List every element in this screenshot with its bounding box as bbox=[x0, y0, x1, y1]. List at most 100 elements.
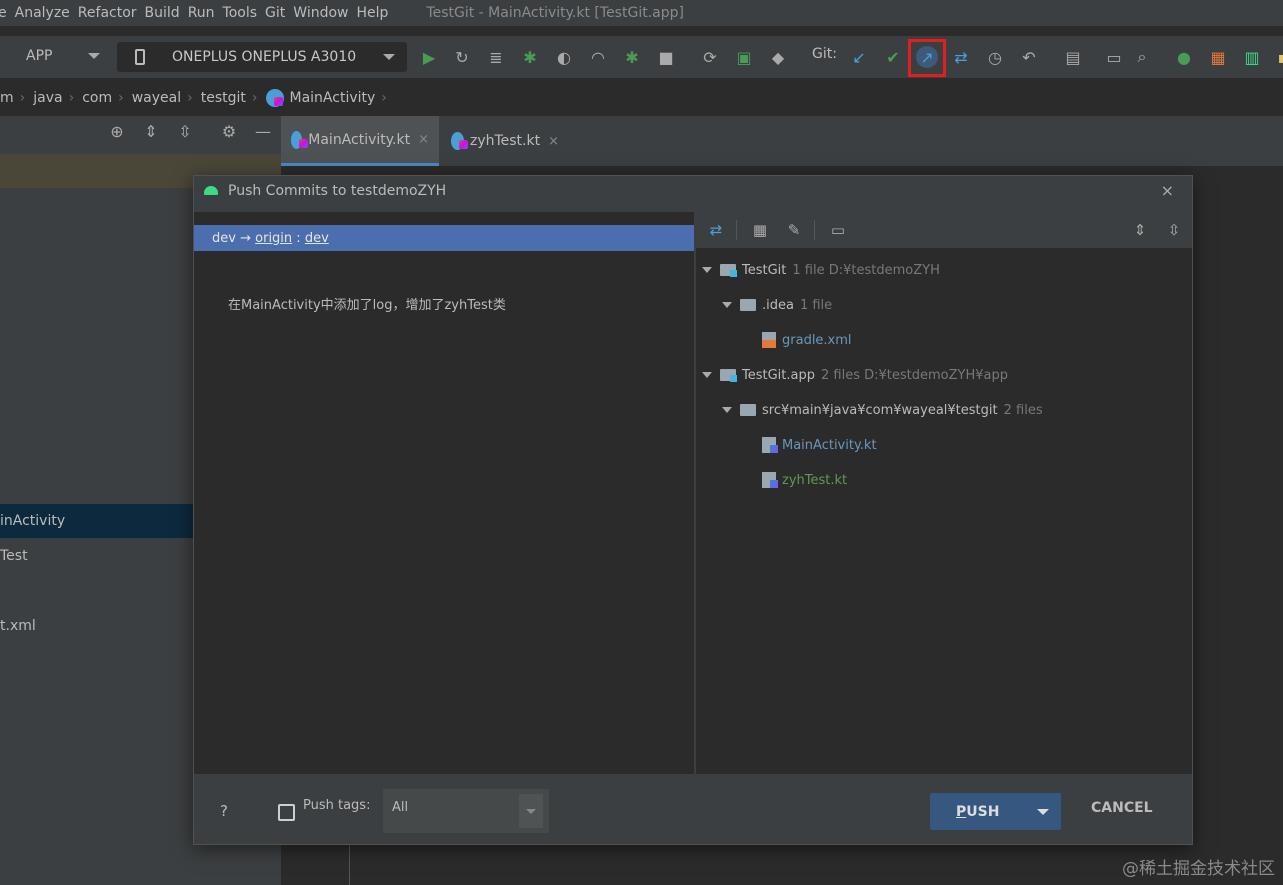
android-icon bbox=[204, 186, 218, 195]
plugin-icon[interactable]: ● bbox=[1173, 46, 1195, 68]
phone-icon bbox=[135, 49, 145, 65]
push-button[interactable]: P USH bbox=[930, 793, 1061, 830]
close-icon[interactable]: × bbox=[1161, 181, 1174, 200]
remote-link[interactable]: origin bbox=[255, 231, 292, 246]
tree-node-idea[interactable]: .idea 1 file bbox=[722, 293, 832, 317]
debug-icon[interactable]: ✱ bbox=[519, 46, 541, 68]
locate-icon[interactable]: ⊕ bbox=[106, 120, 128, 142]
sdk-manager-icon[interactable]: ◆ bbox=[767, 46, 789, 68]
tree-node-testgit[interactable]: TestGit 1 file D:¥testdemoZYH bbox=[702, 258, 940, 282]
sync-gradle-icon[interactable]: ⟳ bbox=[699, 46, 721, 68]
menu-analyze[interactable]: Analyze bbox=[15, 5, 78, 21]
help-button[interactable]: ? bbox=[220, 802, 228, 820]
chevron-down-icon bbox=[383, 54, 395, 60]
project-panel-toolbar: ⊕ ⇕ ⇳ ⚙ — bbox=[0, 116, 281, 148]
watermark: @稀土掘金技术社区 bbox=[1122, 859, 1275, 879]
kotlin-file-icon bbox=[451, 132, 468, 150]
tree-item[interactable]: t.xml bbox=[0, 609, 193, 643]
chevron-down-icon bbox=[722, 407, 732, 413]
module-folder-icon bbox=[720, 264, 737, 277]
push-tags-select[interactable]: All bbox=[382, 788, 550, 834]
git-compare-icon[interactable]: ⇄ bbox=[950, 46, 972, 68]
commits-pane: dev → origin : dev 在MainActivity中添加了log，… bbox=[194, 212, 694, 774]
changed-files-pane: ⇄ ▦ ✎ ▭ ⇕ ⇳ TestGit 1 file D:¥testdemoZY… bbox=[696, 212, 1192, 774]
device-manager-icon[interactable]: ▣ bbox=[733, 46, 755, 68]
device-select[interactable]: ONEPLUS ONEPLUS A3010 bbox=[117, 42, 407, 72]
git-commit-icon[interactable]: ✔ bbox=[882, 46, 904, 68]
resource-manager-icon[interactable]: ▥ bbox=[1241, 46, 1263, 68]
push-highlight-box bbox=[908, 39, 946, 77]
tab-zyhtest[interactable]: zyhTest.kt × bbox=[441, 116, 569, 166]
apply-changes-icon[interactable]: ↻ bbox=[451, 46, 473, 68]
chevron-down-icon bbox=[722, 302, 732, 308]
collapse-all-icon[interactable]: ⇳ bbox=[1164, 220, 1184, 240]
cancel-button[interactable]: CANCEL bbox=[1091, 800, 1153, 816]
terminal-icon[interactable]: ▭ bbox=[1103, 46, 1125, 68]
branch-row[interactable]: dev → origin : dev bbox=[194, 225, 694, 251]
close-icon[interactable]: × bbox=[548, 134, 559, 149]
folder-icon bbox=[740, 299, 756, 311]
breadcrumb-item[interactable]: m › bbox=[0, 90, 33, 106]
breadcrumb-item[interactable]: com › bbox=[82, 90, 132, 106]
expand-all-icon[interactable]: ⇕ bbox=[140, 120, 162, 142]
dialog-title-bar: Push Commits to testdemoZYH bbox=[194, 176, 1192, 206]
close-icon[interactable]: × bbox=[418, 132, 429, 147]
edit-source-icon[interactable]: ✎ bbox=[784, 220, 804, 240]
menu-bar: e Analyze Refactor Build Run Tools Git W… bbox=[0, 0, 1283, 26]
attach-debugger-icon[interactable]: ✱ bbox=[621, 46, 643, 68]
preview-diff-icon[interactable]: ▭ bbox=[828, 220, 848, 240]
tree-item[interactable]: inActivity bbox=[0, 504, 193, 538]
commit-row[interactable]: 在MainActivity中添加了log，增加了zyhTest类 bbox=[228, 294, 506, 313]
tree-item[interactable]: Test bbox=[0, 539, 193, 573]
git-rollback-icon[interactable]: ↶ bbox=[1018, 46, 1040, 68]
tab-mainactivity[interactable]: MainActivity.kt × bbox=[281, 116, 439, 166]
push-tags-checkbox[interactable] bbox=[278, 804, 295, 821]
tree-file-zyhtest[interactable]: zyhTest.kt bbox=[762, 468, 847, 492]
breadcrumb-item[interactable]: java › bbox=[33, 90, 82, 106]
menu-help[interactable]: Help bbox=[356, 5, 396, 21]
arrow-icon: → bbox=[240, 230, 251, 246]
project-structure-icon[interactable]: ▤ bbox=[1062, 46, 1084, 68]
chevron-down-icon[interactable] bbox=[1037, 809, 1049, 815]
search-icon[interactable]: ⌕ bbox=[1131, 46, 1153, 68]
collapse-all-icon[interactable]: ⇳ bbox=[174, 120, 196, 142]
breadcrumb-item[interactable]: wayeal › bbox=[132, 90, 201, 106]
device-label: ONEPLUS ONEPLUS A3010 bbox=[172, 49, 357, 65]
chevron-down-icon bbox=[88, 53, 100, 59]
dialog-title: Push Commits to testdemoZYH bbox=[228, 183, 447, 199]
menu-git[interactable]: Git bbox=[265, 5, 293, 21]
gear-icon[interactable]: ⚙ bbox=[218, 120, 240, 142]
emulator-icon[interactable]: ▪ bbox=[1272, 46, 1283, 68]
menu-window[interactable]: Window bbox=[293, 5, 356, 21]
menu-refactor[interactable]: Refactor bbox=[78, 5, 145, 21]
tree-file-gradle-xml[interactable]: gradle.xml bbox=[762, 328, 852, 352]
menu-build[interactable]: Build bbox=[145, 5, 188, 21]
hide-icon[interactable]: — bbox=[252, 120, 274, 142]
breadcrumb-item[interactable]: MainActivity › bbox=[265, 89, 395, 107]
tree-node-testgit-app[interactable]: TestGit.app 2 files D:¥testdemoZYH¥app bbox=[702, 363, 1008, 387]
expand-all-icon[interactable]: ⇕ bbox=[1130, 220, 1150, 240]
tree-node-src-path[interactable]: src¥main¥java¥com¥wayeal¥testgit 2 files bbox=[722, 398, 1043, 422]
editor-tabs: MainActivity.kt × zyhTest.kt × bbox=[281, 116, 1283, 166]
stop-icon[interactable]: ■ bbox=[655, 46, 677, 68]
git-update-icon[interactable]: ↙ bbox=[848, 46, 870, 68]
remote-branch-link[interactable]: dev bbox=[305, 231, 329, 246]
coverage-icon[interactable]: ◐ bbox=[553, 46, 575, 68]
breadcrumb-item[interactable]: testgit › bbox=[201, 90, 266, 106]
layout-inspector-icon[interactable]: ▦ bbox=[1207, 46, 1229, 68]
group-by-icon[interactable]: ▦ bbox=[750, 220, 770, 240]
menu-view[interactable]: e bbox=[0, 5, 15, 21]
show-diff-icon[interactable]: ⇄ bbox=[706, 220, 726, 240]
apply-code-changes-icon[interactable]: ≣ bbox=[485, 46, 507, 68]
tree-file-mainactivity[interactable]: MainActivity.kt bbox=[762, 433, 877, 457]
xml-file-icon bbox=[762, 332, 776, 348]
push-tags-label: Push tags: bbox=[303, 798, 371, 813]
profiler-icon[interactable]: ◠ bbox=[587, 46, 609, 68]
run-config-select[interactable]: APP bbox=[0, 40, 112, 72]
menu-tools[interactable]: Tools bbox=[223, 5, 266, 21]
run-icon[interactable]: ▶ bbox=[418, 46, 440, 68]
menu-run[interactable]: Run bbox=[188, 5, 223, 21]
chevron-down-icon[interactable] bbox=[519, 794, 543, 828]
kotlin-file-icon bbox=[762, 437, 778, 453]
git-history-icon[interactable]: ◷ bbox=[984, 46, 1006, 68]
